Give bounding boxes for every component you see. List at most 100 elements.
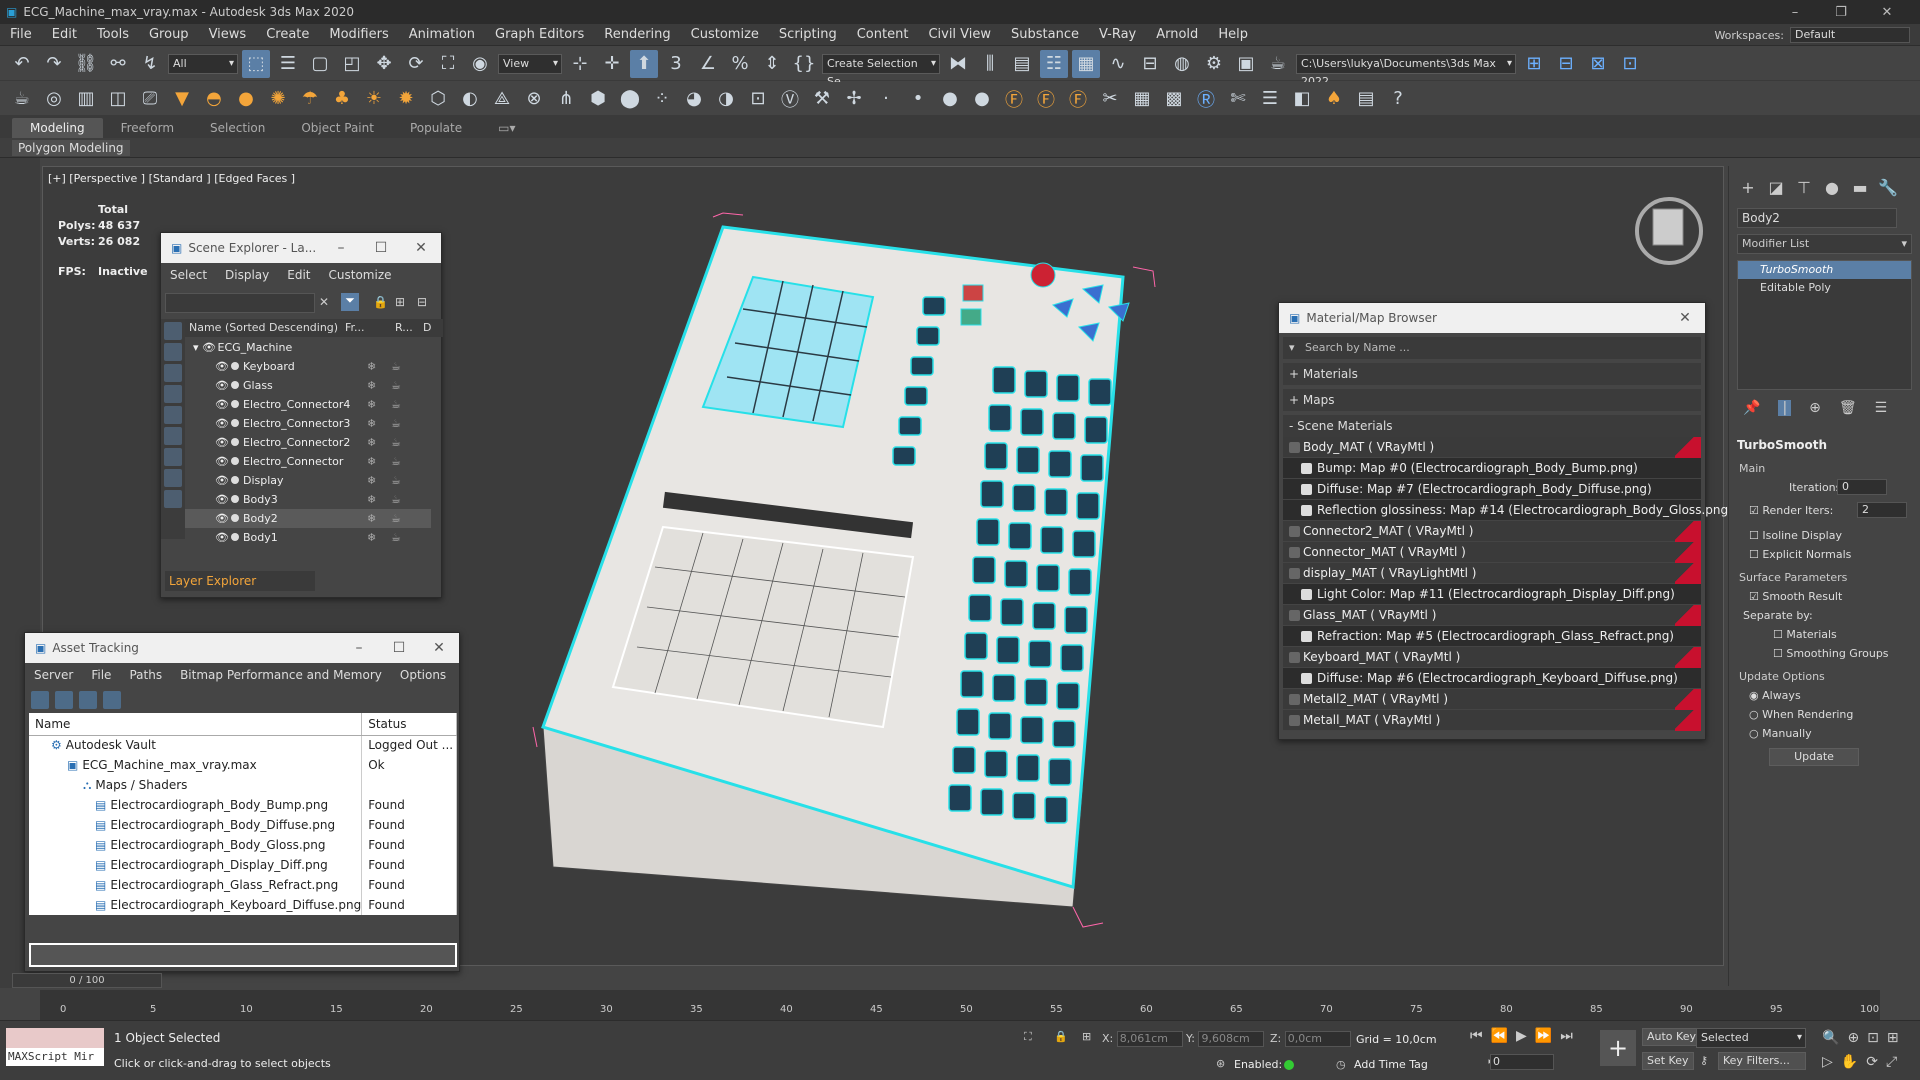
table-row[interactable]: ▤ Electrocardiograph_Body_Bump.png Found [29,795,457,815]
eye-icon[interactable]: 👁 [215,490,229,509]
render-dot-icon[interactable] [231,419,239,427]
smoothing-groups-checkbox[interactable]: ☐ Smoothing Groups [1773,647,1920,660]
tab-selection[interactable]: Selection [192,118,283,138]
pivot-icon[interactable]: ⊹ [566,50,594,78]
current-frame-field[interactable]: 0 [1490,1054,1554,1070]
move-icon[interactable]: ✥ [370,50,398,78]
table-row[interactable]: ▣ ECG_Machine_max_vray.max Ok [29,755,457,775]
freeze-icon[interactable]: ❄ [367,528,376,547]
dot-icon-4[interactable]: ● [968,85,996,113]
render-dot-icon[interactable] [231,438,239,446]
menu-edit[interactable]: Edit [42,27,87,42]
table-row[interactable]: ▤ Electrocardiograph_Body_Gloss.png Found [29,835,457,855]
rotate-icon[interactable]: ⟳ [402,50,430,78]
play-icon[interactable]: ▶ [1516,1028,1527,1044]
railclone-icon[interactable]: Ⓡ [1192,85,1220,113]
align-icon[interactable]: ⫼ [976,50,1004,78]
layout-icon[interactable]: ◧ [1288,85,1316,113]
project-icon-2[interactable]: ⊟ [1552,50,1580,78]
go-to-end-icon[interactable]: ⏭ [1560,1028,1573,1044]
tab-modeling[interactable]: Modeling [12,118,103,138]
link-icon[interactable]: ⛓ [72,50,100,78]
auto-key-button[interactable]: Auto Key [1642,1028,1701,1046]
z-field[interactable]: 0,0cm [1284,1031,1351,1047]
make-unique-icon[interactable]: ⊕ [1809,400,1821,416]
schematic-view-icon[interactable]: ⊟ [1136,50,1164,78]
y-field[interactable]: 9,608cm [1198,1031,1265,1047]
hierarchy-icon[interactable]: ⊞ [395,295,405,309]
material-editor-icon[interactable]: ◍ [1168,50,1196,78]
menu-graph-editors[interactable]: Graph Editors [485,27,594,42]
close-icon[interactable]: ✕ [401,233,441,263]
mirror-icon[interactable]: ⧓ [944,50,972,78]
filter-icon[interactable]: ⏷ [341,293,359,311]
scene-search-input[interactable] [165,293,315,313]
curve-editor-icon[interactable]: ∿ [1104,50,1132,78]
map-row[interactable]: Light Color: Map #11 (Electrocardiograph… [1283,584,1701,605]
camera-icon[interactable]: ◫ [104,85,132,113]
eye-icon[interactable]: 👁 [215,357,229,376]
sun-icon[interactable]: ☀ [360,85,388,113]
project-icon-1[interactable]: ⊞ [1520,50,1548,78]
vray-v-icon[interactable]: Ⓥ [776,85,804,113]
window-crossing-icon[interactable]: ◰ [338,50,366,78]
stack-item-editable-poly[interactable]: Editable Poly [1738,279,1911,297]
tab-populate[interactable]: Populate [392,118,480,138]
sphere-material-icon[interactable]: ⬤ [616,85,644,113]
minimize-icon[interactable]: – [321,233,361,263]
pin-stack-icon[interactable]: 📌 [1743,400,1760,416]
iterations-spinner[interactable]: 0 [1837,479,1887,495]
display-groups-icon[interactable] [164,448,182,466]
forest-icon[interactable]: ♠ [1320,85,1348,113]
vray-ambient-icon[interactable]: ♣ [328,85,356,113]
update-button[interactable]: Update [1769,748,1859,766]
always-radio[interactable]: ◉ Always [1749,689,1920,702]
fur-icon[interactable]: ◐ [456,85,484,113]
display-geometry-icon[interactable] [164,322,182,340]
list-icon[interactable]: ☰ [1256,85,1284,113]
place-icon[interactable]: ◉ [466,50,494,78]
table-row[interactable]: ▤ Electrocardiograph_Display_Diff.png Foun… [29,855,457,875]
select-object-icon[interactable]: ⬚ [242,49,270,78]
freeze-icon[interactable]: ❄ [367,509,376,528]
eye-icon[interactable]: 👁 [215,376,229,395]
restore-icon[interactable]: ❐ [1818,0,1864,24]
select-by-name-icon[interactable]: ☰ [274,50,302,78]
table-icon[interactable]: ▩ [1160,85,1188,113]
maximize-viewport-icon[interactable]: ⤢ [1886,1054,1897,1070]
map-row[interactable]: Refraction: Map #5 (Electrocardiograph_G… [1283,626,1701,647]
manually-radio[interactable]: ○ Manually [1749,727,1920,740]
maxscript-listener-top[interactable] [6,1028,104,1048]
notes-icon[interactable]: ▤ [1352,85,1380,113]
teapot-render-icon[interactable]: ☕ [391,395,401,414]
detail-view-icon[interactable] [79,691,97,709]
turbosmooth-rollout[interactable]: TurboSmooth [1737,438,1912,452]
color-picker-icon[interactable]: ◕ [680,85,708,113]
chevron-down-icon[interactable]: ▾ [1289,337,1295,359]
menu-group[interactable]: Group [139,27,199,42]
proxy-icon[interactable]: ⬡ [424,85,452,113]
reference-coord-dropdown[interactable]: View [498,53,562,74]
help-icon[interactable]: ? [1384,85,1412,113]
enabled-indicator[interactable] [1284,1060,1294,1070]
freeze-icon[interactable]: ❄ [367,490,376,509]
material-search-input[interactable]: ▾ Search by Name ... [1283,337,1701,359]
tree-item-root[interactable]: ▾ 👁 ECG_Machine [185,338,431,357]
material-row[interactable]: display_MAT ( VRayLightMtl ) [1283,563,1701,584]
material-convert-icon[interactable]: ◑ [712,85,740,113]
layers-icon[interactable]: ⊟ [417,295,427,309]
freeze-icon[interactable]: ❄ [367,452,376,471]
ribbon-options-icon[interactable]: ▭▾ [480,118,533,138]
pan-icon[interactable]: ✋ [1841,1054,1858,1070]
key-selection-dropdown[interactable]: Selected [1696,1028,1806,1048]
display-xrefs-icon[interactable] [164,469,182,487]
menu-scripting[interactable]: Scripting [769,27,847,42]
tree-item[interactable]: 👁 Display ❄ ☕ [185,471,431,490]
asset-path-field[interactable] [29,943,457,967]
material-row[interactable]: Metall_MAT ( VRayMtl ) [1283,710,1701,731]
material-row[interactable]: Metall2_MAT ( VRayMtl ) [1283,689,1701,710]
teapot-render-icon[interactable]: ☕ [391,433,401,452]
configure-sets-icon[interactable]: ☰ [1875,400,1888,416]
material-row[interactable]: Connector2_MAT ( VRayMtl ) [1283,521,1701,542]
teapot-render-icon[interactable]: ☕ [391,452,401,471]
